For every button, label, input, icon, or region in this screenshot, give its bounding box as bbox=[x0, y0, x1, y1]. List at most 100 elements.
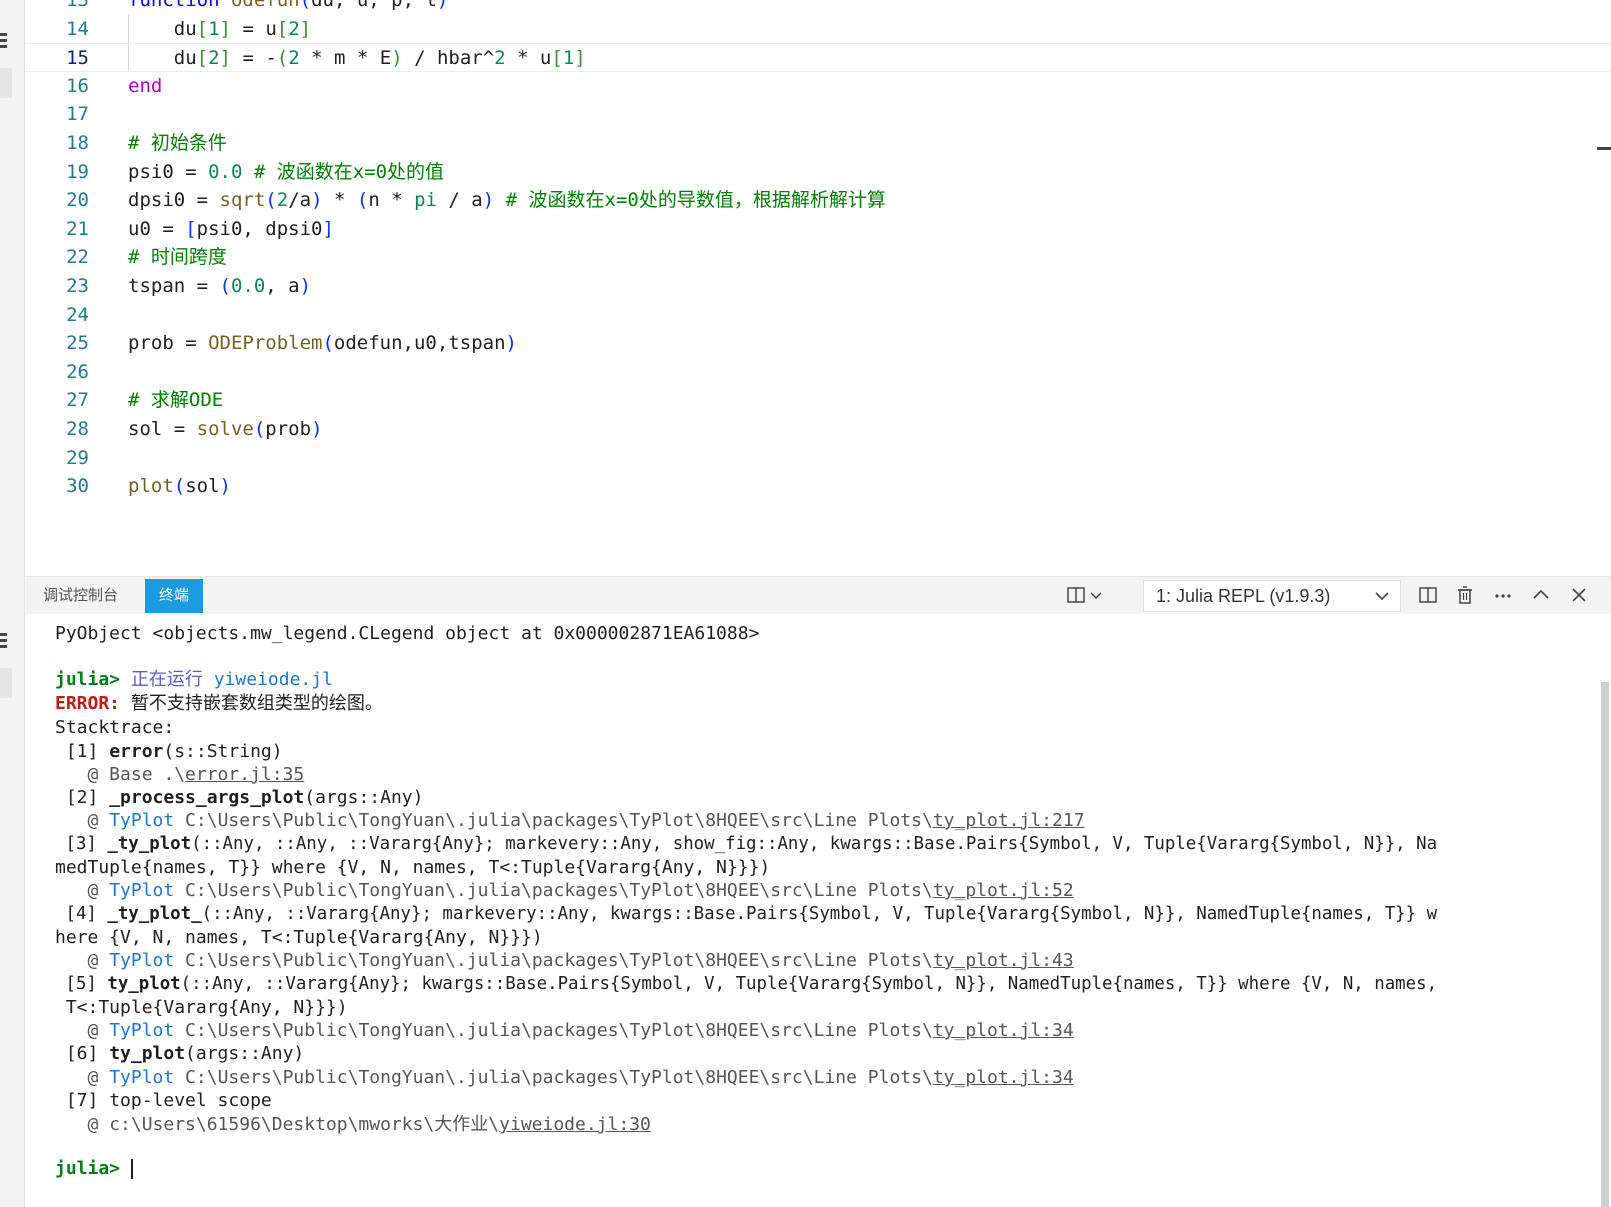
tab-debug-console[interactable]: 调试控制台 bbox=[29, 579, 132, 613]
code-text: dpsi0 = sqrt(2/a) * (n * pi / a) # 波函数在x… bbox=[128, 189, 886, 212]
line-number: 18 bbox=[66, 132, 89, 154]
line-number: 22 bbox=[66, 246, 89, 269]
terminal-output[interactable]: PyObject <objects.mw_legend.CLegend obje… bbox=[25, 614, 1611, 1207]
activity-bar-segment bbox=[0, 668, 12, 698]
stack-frame: [3] _ty_plot(::Any, ::Any, ::Vararg{Any}… bbox=[55, 834, 1438, 854]
line-number: 30 bbox=[66, 475, 89, 498]
line-number: 15 bbox=[66, 47, 89, 70]
code-line[interactable]: 17 bbox=[25, 100, 1611, 129]
file-link[interactable]: ty_plot.jl:217 bbox=[933, 810, 1085, 831]
activity-bar bbox=[0, 0, 25, 1207]
line-number: 21 bbox=[66, 217, 89, 240]
line-number: 14 bbox=[66, 17, 89, 40]
code-line[interactable]: 21 u0 = [psi0, dpsi0] bbox=[25, 215, 1611, 244]
split-layout-icon[interactable] bbox=[1065, 585, 1087, 607]
stack-frame-wrap: medTuple{names, T}} where {V, N, names, … bbox=[55, 857, 771, 878]
file-link[interactable]: error.jl:35 bbox=[185, 764, 304, 785]
stack-frame-location: @ TyPlot C:\Users\Public\TongYuan\.julia… bbox=[55, 1020, 1074, 1041]
terminal-select[interactable]: 1: Julia REPL (v1.9.3) bbox=[1143, 580, 1401, 612]
code-line[interactable]: 28 sol = solve(prob) bbox=[25, 415, 1611, 444]
chevron-down-icon[interactable] bbox=[1088, 585, 1104, 607]
line-number: 27 bbox=[66, 389, 89, 412]
editor-scroll-marker bbox=[1597, 147, 1611, 150]
menu-icon[interactable] bbox=[0, 33, 7, 48]
terminal-select-value: 1: Julia REPL (v1.9.3) bbox=[1156, 586, 1331, 606]
stack-frame: [7] top-level scope bbox=[55, 1090, 272, 1111]
trash-icon[interactable] bbox=[1454, 585, 1476, 607]
line-number: 19 bbox=[66, 160, 89, 183]
line-number: 13 bbox=[66, 0, 89, 11]
stack-frame-location: @ TyPlot C:\Users\Public\TongYuan\.julia… bbox=[55, 1067, 1074, 1088]
error-label: ERROR: bbox=[55, 693, 121, 714]
code-line[interactable]: 23 tspan = (0.0, a) bbox=[25, 272, 1611, 301]
comment-text: # 求解ODE bbox=[128, 389, 224, 412]
stack-frame: [2] _process_args_plot(args::Any) bbox=[55, 787, 424, 808]
line-number: 23 bbox=[66, 275, 89, 297]
text-cursor bbox=[130, 1159, 133, 1179]
repl-prompt: julia> bbox=[55, 1158, 121, 1179]
code-line[interactable]: 22 # 时间跨度 bbox=[25, 243, 1611, 272]
chevron-up-icon[interactable] bbox=[1530, 585, 1552, 607]
line-number: 28 bbox=[66, 418, 89, 440]
code-line-current[interactable]: 15 du[2] = -(2 * m * E) / hbar^2 * u[1] bbox=[25, 43, 1611, 72]
comment-text: # 初始条件 bbox=[128, 132, 227, 154]
code-line[interactable]: 18 # 初始条件 bbox=[25, 129, 1611, 158]
file-link[interactable]: yiweiode.jl:30 bbox=[499, 1114, 651, 1135]
repl-prompt: julia> bbox=[55, 669, 121, 690]
code-line[interactable]: 30 plot(sol) bbox=[25, 472, 1611, 501]
activity-bar-segment bbox=[0, 68, 12, 98]
stack-frame-wrap: T<:Tuple{Vararg{Any, N}}}) bbox=[55, 997, 348, 1018]
split-terminal-icon[interactable] bbox=[1417, 585, 1439, 607]
code-line[interactable]: 24 bbox=[25, 301, 1611, 330]
code-line[interactable]: 19 psi0 = 0.0 # 波函数在x=0处的值 bbox=[25, 158, 1611, 187]
code-editor[interactable]: 13 function odefun(du, u, p, t) 14 du[1] … bbox=[25, 0, 1611, 576]
stack-frame-location: @ c:\Users\61596\Desktop\mworks\大作业\yiwe… bbox=[55, 1114, 651, 1135]
stack-frame-location: @ TyPlot C:\Users\Public\TongYuan\.julia… bbox=[55, 950, 1074, 971]
stack-frame-location: @ TyPlot C:\Users\Public\TongYuan\.julia… bbox=[55, 880, 1074, 901]
line-number: 17 bbox=[66, 103, 89, 126]
comment-text: # 时间跨度 bbox=[128, 246, 227, 269]
stack-frame: [5] ty_plot(::Any, ::Vararg{Any}; kwargs… bbox=[55, 974, 1438, 994]
file-link[interactable]: ty_plot.jl:34 bbox=[933, 1020, 1074, 1041]
code-line[interactable]: 27 # 求解ODE bbox=[25, 386, 1611, 415]
menu-icon[interactable] bbox=[0, 633, 7, 648]
line-number: 29 bbox=[66, 446, 89, 469]
code-text: prob = ODEProblem(odefun,u0,tspan) bbox=[128, 332, 517, 355]
code-line[interactable]: 29 bbox=[25, 444, 1611, 473]
code-text: sol = solve(prob) bbox=[128, 418, 323, 440]
code-line[interactable]: 13 function odefun(du, u, p, t) bbox=[25, 0, 1611, 15]
stack-frame-location: @ Base .\error.jl:35 bbox=[55, 764, 305, 785]
terminal-input-line[interactable]: julia> bbox=[55, 1157, 133, 1181]
more-icon[interactable] bbox=[1492, 585, 1514, 607]
tab-terminal[interactable]: 终端 bbox=[145, 579, 204, 613]
code-text: psi0 = 0.0 # 波函数在x=0处的值 bbox=[128, 160, 445, 183]
code-text: tspan = (0.0, a) bbox=[128, 275, 312, 297]
terminal-scrollbar[interactable] bbox=[1601, 682, 1609, 1207]
code-text: end bbox=[128, 74, 163, 97]
code-text: du[2] = -(2 * m * E) / hbar^2 * u[1] bbox=[128, 47, 586, 70]
stack-frame: [1] error(s::String) bbox=[55, 741, 283, 762]
panel-header: 调试控制台 终端 1: Julia REPL (v1.9.3) bbox=[25, 576, 1611, 615]
code-line[interactable]: 20 dpsi0 = sqrt(2/a) * (n * pi / a) # 波函数… bbox=[25, 186, 1611, 215]
code-line[interactable]: 16 end bbox=[25, 72, 1611, 101]
code-text: u0 = [psi0, dpsi0] bbox=[128, 217, 334, 240]
code-line[interactable]: 25 prob = ODEProblem(odefun,u0,tspan) bbox=[25, 329, 1611, 358]
stack-frame: [4] _ty_plot_(::Any, ::Vararg{Any}; mark… bbox=[55, 904, 1438, 924]
line-number: 25 bbox=[66, 332, 89, 355]
stack-frame: [6] ty_plot(args::Any) bbox=[55, 1043, 305, 1064]
code-line[interactable]: 26 bbox=[25, 358, 1611, 387]
code-text: plot(sol) bbox=[128, 475, 231, 498]
file-link[interactable]: ty_plot.jl:34 bbox=[933, 1067, 1074, 1088]
file-link[interactable]: ty_plot.jl:43 bbox=[933, 950, 1074, 971]
line-number: 26 bbox=[66, 360, 89, 383]
terminal-line: julia> 正在运行 yiweiode.jl bbox=[55, 669, 333, 690]
file-link[interactable]: ty_plot.jl:52 bbox=[933, 880, 1074, 901]
code-text: function odefun(du, u, p, t) bbox=[128, 0, 449, 11]
code-line[interactable]: 14 du[1] = u[2] bbox=[25, 15, 1611, 44]
stack-frame-wrap: here {V, N, names, T<:Tuple{Vararg{Any, … bbox=[55, 927, 543, 948]
error-message: 暂不支持嵌套数组类型的绘图。 bbox=[130, 693, 383, 714]
terminal-line: ERROR: 暂不支持嵌套数组类型的绘图。 bbox=[55, 692, 383, 716]
line-number: 24 bbox=[66, 303, 89, 326]
close-icon[interactable] bbox=[1568, 585, 1590, 607]
stack-frame-location: @ TyPlot C:\Users\Public\TongYuan\.julia… bbox=[55, 810, 1085, 831]
